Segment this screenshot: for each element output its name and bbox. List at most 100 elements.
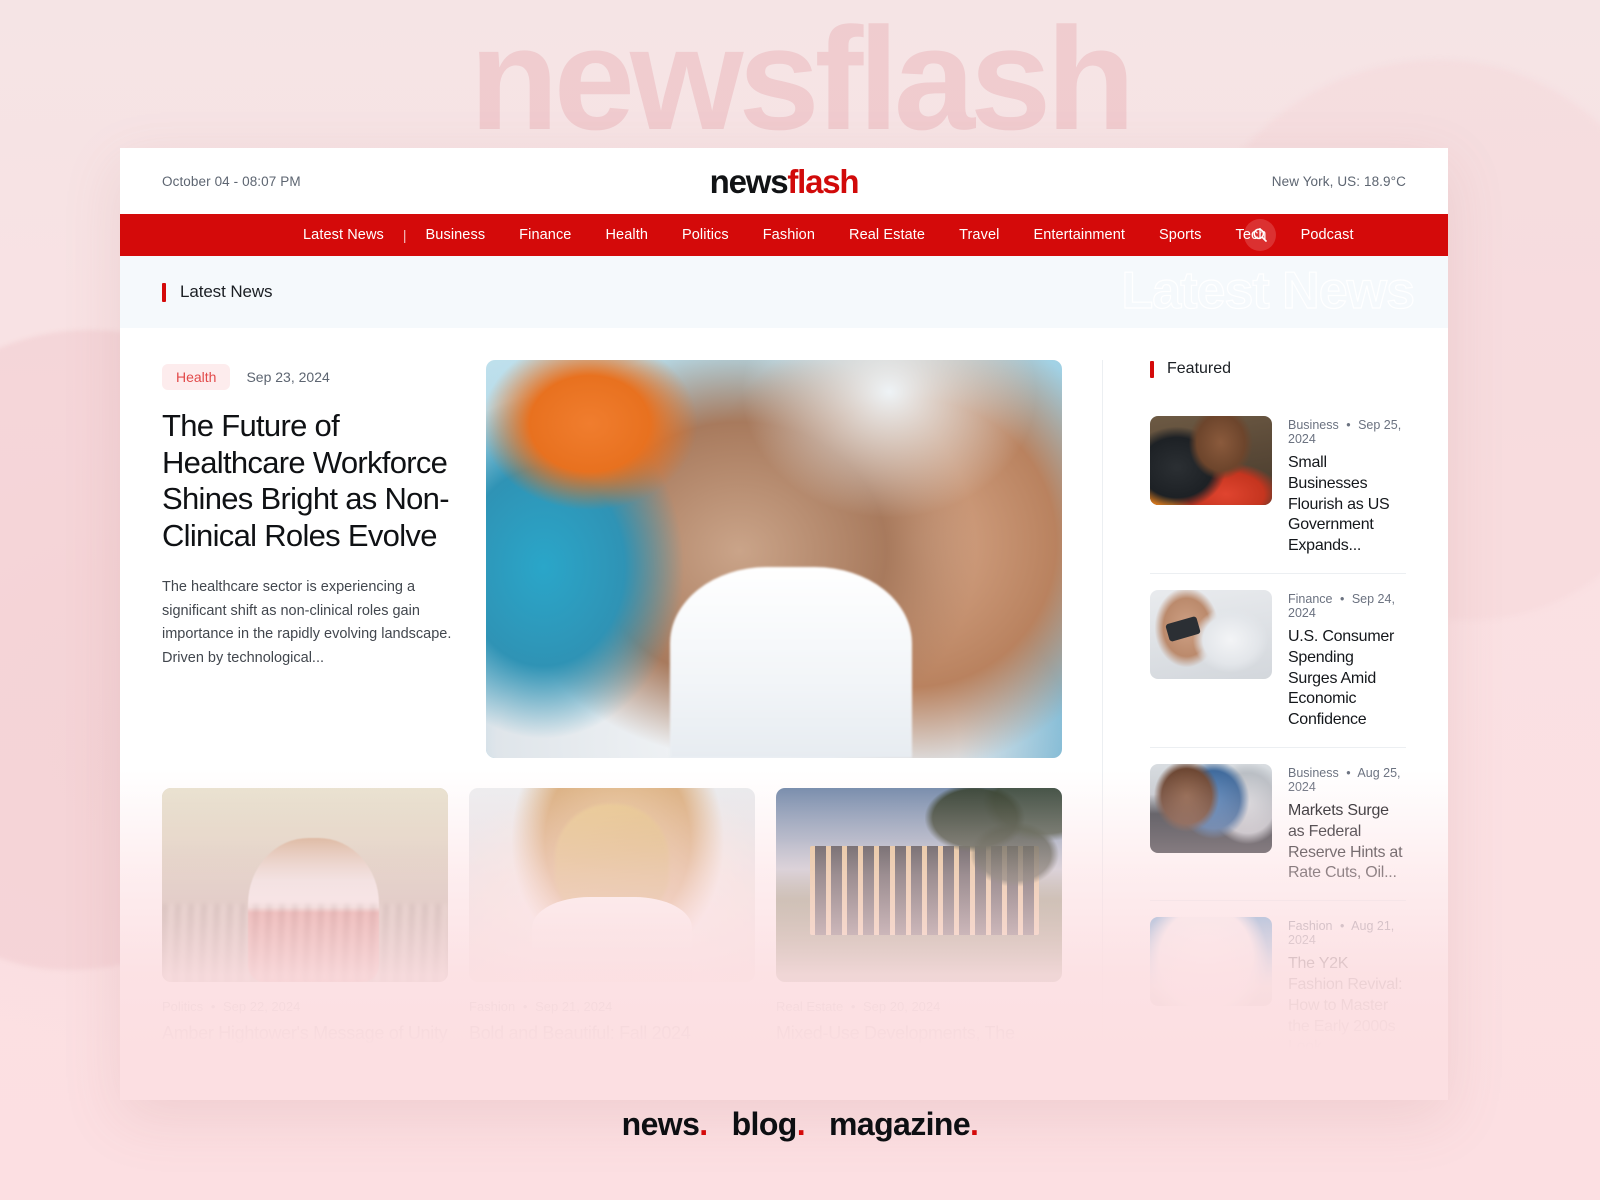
- meta-dot-icon: •: [850, 999, 856, 1014]
- card-title[interactable]: Amber Hightower's Message of Unity Gains…: [162, 1022, 448, 1068]
- nav-item-sports[interactable]: Sports: [1142, 227, 1219, 243]
- featured-category: Business: [1288, 418, 1339, 432]
- nav-item-real-estate[interactable]: Real Estate: [832, 227, 942, 243]
- meta-dot-icon: •: [1336, 1093, 1348, 1100]
- hero-category-badge[interactable]: Health: [162, 364, 231, 390]
- featured-category: Finance: [1288, 591, 1333, 606]
- featured-thumbnail[interactable]: [1150, 763, 1272, 853]
- card-date: Sep 21, 2024: [535, 999, 613, 1014]
- card-date: Sep 20, 2024: [863, 999, 941, 1014]
- hero-kicker: Health Sep 23, 2024: [162, 364, 462, 390]
- card-title[interactable]: Mixed-Use Developments, The Future of Ur…: [776, 1022, 1062, 1068]
- tagline-dot-icon: .: [699, 1106, 708, 1142]
- featured-item[interactable]: Finance • Sep 24, 2024 U.S. Consumer Spe…: [1150, 574, 1406, 748]
- featured-meta: Business • Sep 25, 2024: [1288, 418, 1406, 446]
- bottom-tagline: news. blog. magazine.: [0, 1106, 1600, 1143]
- nav-item-politics[interactable]: Politics: [665, 227, 746, 243]
- main-column: Health Sep 23, 2024 The Future of Health…: [162, 360, 1062, 1100]
- article-card-politics[interactable]: Politics • Sep 22, 2024 Amber Hightower'…: [162, 788, 448, 1068]
- hero-article[interactable]: Health Sep 23, 2024 The Future of Health…: [162, 360, 1062, 758]
- fashion-portrait-photo-icon: [469, 788, 755, 982]
- product-still-life-photo-icon: [1150, 1091, 1272, 1100]
- card-category: Real Estate: [776, 999, 844, 1014]
- featured-meta: Finance • Sep 24, 2024: [1288, 592, 1406, 620]
- featured-title: Featured: [1167, 360, 1232, 377]
- site-topbar: October 04 - 08:07 PM newsflash New York…: [120, 148, 1448, 214]
- hero-image[interactable]: [486, 360, 1062, 758]
- background-brand-watermark: newsflash: [469, 0, 1136, 160]
- hero-date: Sep 23, 2024: [246, 369, 330, 385]
- featured-item-title[interactable]: Small Businesses Flourish as US Governme…: [1288, 453, 1406, 557]
- meta-dot-icon: •: [1346, 765, 1351, 780]
- card-title[interactable]: Bold and Beautiful: Fall 2024 Fashion Tr…: [469, 1022, 755, 1068]
- featured-body: Finance • Sep 24, 2024 U.S. Consumer Spe…: [1288, 590, 1406, 731]
- featured-item[interactable]: Finance • Jul 29, 2024 Small-Cap Stocks …: [1150, 1075, 1406, 1100]
- search-icon: [1253, 228, 1267, 242]
- featured-category: Finance: [1288, 1093, 1332, 1100]
- market-vendor-photo-icon: [1150, 416, 1272, 505]
- current-datetime: October 04 - 08:07 PM: [162, 173, 301, 189]
- featured-item[interactable]: Business • Sep 25, 2024 Small Businesses…: [1150, 400, 1406, 574]
- meta-dot-icon: •: [1346, 418, 1351, 432]
- featured-thumbnail[interactable]: [1150, 589, 1272, 679]
- nav-item-entertainment[interactable]: Entertainment: [1016, 227, 1142, 243]
- protest-photo-icon: [162, 788, 448, 982]
- card-category: Politics: [162, 999, 204, 1014]
- nav-item-fashion[interactable]: Fashion: [746, 227, 832, 243]
- section-title: Latest News: [180, 282, 273, 301]
- section-watermark: Latest News: [1121, 261, 1416, 320]
- article-card-real-estate[interactable]: Real Estate • Sep 20, 2024 Mixed-Use Dev…: [776, 788, 1062, 1068]
- featured-meta: Business • Aug 25, 2024: [1288, 766, 1406, 794]
- tagline-word-blog: blog.: [731, 1106, 806, 1142]
- featured-item[interactable]: Business • Aug 25, 2024 Markets Surge as…: [1150, 748, 1406, 902]
- card-meta: Politics • Sep 22, 2024: [162, 999, 448, 1014]
- weather-readout: New York, US: 18.9°C: [1271, 173, 1406, 189]
- featured-item-title[interactable]: Markets Surge as Federal Reserve Hints a…: [1288, 801, 1406, 884]
- featured-body: Business • Sep 25, 2024 Small Businesses…: [1288, 416, 1406, 557]
- hero-excerpt: The healthcare sector is experiencing a …: [162, 579, 452, 666]
- nav-item-finance[interactable]: Finance: [502, 227, 588, 243]
- hero-text-block: Health Sep 23, 2024 The Future of Health…: [162, 360, 462, 758]
- card-thumbnail[interactable]: [162, 788, 448, 982]
- nav-items: Latest News | Business Finance Health Po…: [286, 227, 1371, 243]
- article-card-row: Politics • Sep 22, 2024 Amber Hightower'…: [162, 788, 1062, 1068]
- logo-text-primary: news: [709, 162, 789, 200]
- featured-thumbnail[interactable]: [1150, 416, 1272, 505]
- section-header: Latest News Latest News: [120, 256, 1448, 328]
- card-category: Fashion: [469, 999, 516, 1014]
- featured-header: Featured: [1150, 360, 1406, 378]
- article-card-fashion[interactable]: Fashion • Sep 21, 2024 Bold and Beautifu…: [469, 788, 755, 1068]
- search-button[interactable]: [1244, 219, 1276, 251]
- page-content: Health Sep 23, 2024 The Future of Health…: [120, 328, 1448, 1100]
- card-meta: Real Estate • Sep 20, 2024: [776, 999, 1062, 1014]
- featured-meta: Fashion • Aug 21, 2024: [1288, 919, 1406, 947]
- tagline-dot-icon: .: [970, 1106, 979, 1142]
- nav-item-podcast[interactable]: Podcast: [1284, 227, 1371, 243]
- site-logo[interactable]: newsflash: [462, 165, 1106, 198]
- nav-item-latest-news[interactable]: Latest News: [286, 227, 401, 243]
- meta-dot-icon: •: [210, 999, 216, 1014]
- nav-item-travel[interactable]: Travel: [942, 227, 1016, 243]
- featured-meta: Finance • Jul 29, 2024: [1288, 1093, 1406, 1100]
- hero-title[interactable]: The Future of Healthcare Workforce Shine…: [162, 408, 462, 554]
- modern-house-photo-icon: [776, 788, 1062, 982]
- featured-body: Business • Aug 25, 2024 Markets Surge as…: [1288, 764, 1406, 884]
- featured-category: Business: [1288, 765, 1339, 780]
- nav-item-business[interactable]: Business: [409, 227, 503, 243]
- card-thumbnail[interactable]: [469, 788, 755, 982]
- payment-terminal-photo-icon: [1150, 589, 1272, 679]
- featured-item[interactable]: Fashion • Aug 21, 2024 The Y2K Fashion R…: [1150, 901, 1406, 1076]
- nav-item-health[interactable]: Health: [588, 227, 665, 243]
- featured-thumbnail[interactable]: [1150, 1091, 1272, 1100]
- featured-item-title[interactable]: U.S. Consumer Spending Surges Amid Econo…: [1288, 627, 1406, 731]
- news-site-window: October 04 - 08:07 PM newsflash New York…: [120, 148, 1448, 1100]
- section-accent-bar: [162, 282, 166, 302]
- featured-category: Fashion: [1288, 919, 1333, 934]
- card-thumbnail[interactable]: [776, 788, 1062, 982]
- featured-sidebar: Featured Business • Sep 25, 2024 Small B…: [1102, 360, 1406, 1100]
- main-navigation: Latest News | Business Finance Health Po…: [120, 214, 1448, 256]
- featured-item-title[interactable]: The Y2K Fashion Revival: How to Master t…: [1288, 954, 1406, 1058]
- nav-separator: |: [402, 227, 407, 243]
- featured-thumbnail[interactable]: [1150, 917, 1272, 1007]
- card-date: Sep 22, 2024: [223, 999, 301, 1014]
